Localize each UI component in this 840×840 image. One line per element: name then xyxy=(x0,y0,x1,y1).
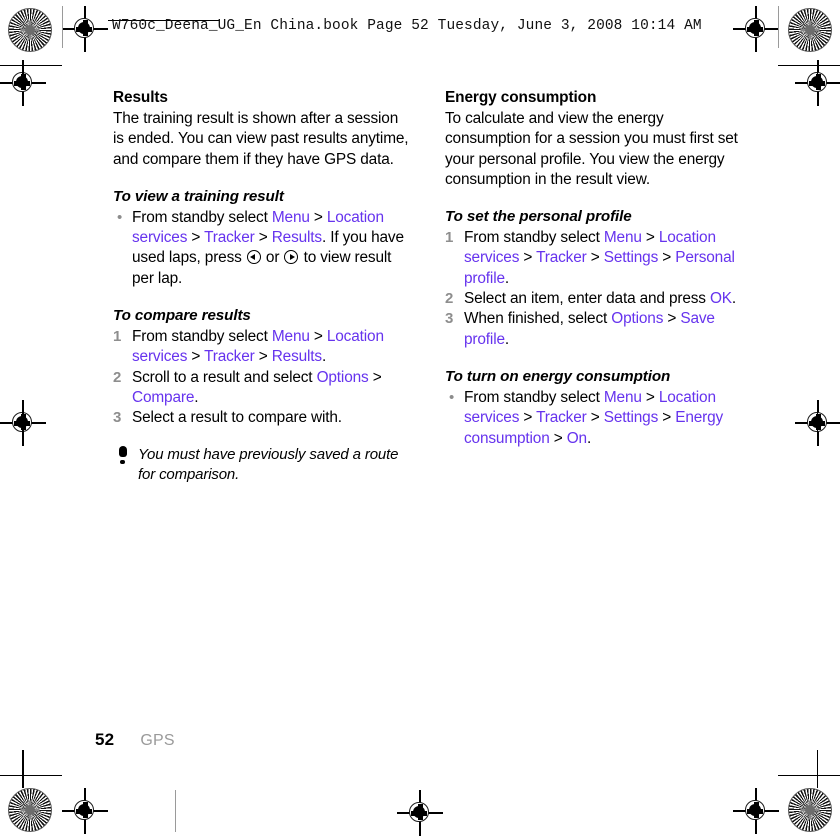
trim-line-right-lower xyxy=(817,400,819,446)
menu-path-item: Location services xyxy=(132,328,384,366)
menu-path-item: Tracker xyxy=(536,249,587,267)
menu-path-item: Settings xyxy=(603,249,659,267)
left-column: Results The training result is shown aft… xyxy=(113,88,409,485)
page-footer: 52 GPS xyxy=(95,730,175,750)
menu-path-item: Menu xyxy=(603,229,642,247)
note-text: You must have previously saved a route f… xyxy=(138,445,399,483)
footer-page-number: 52 xyxy=(95,730,115,749)
density-target-bottom-right xyxy=(788,788,832,832)
energy-intro-paragraph: To calculate and view the energy consump… xyxy=(445,110,738,188)
navigation-key-left-icon xyxy=(246,250,261,265)
menu-path-item: Compare xyxy=(132,388,195,406)
right-column: Energy consumption To calculate and view… xyxy=(445,88,741,449)
results-intro-paragraph: The training result is shown after a ses… xyxy=(113,110,409,168)
menu-path-item: Tracker xyxy=(204,348,255,366)
section-title-results: Results xyxy=(113,89,168,106)
step-number: 1 xyxy=(445,229,454,247)
bulleted-step-list: • From standby select Menu > Location ser… xyxy=(113,208,409,289)
trim-line-left-lower xyxy=(22,400,24,446)
procedure-step: 2 Select an item, enter data and press OK… xyxy=(445,289,741,309)
trim-mark-top-right xyxy=(778,65,840,67)
section-title-energy-consumption: Energy consumption xyxy=(445,89,597,106)
procedure-title: To compare results xyxy=(113,307,251,325)
menu-path-item: Tracker xyxy=(536,409,587,427)
step-number: 2 xyxy=(445,290,454,308)
step-number: 3 xyxy=(113,409,122,427)
menu-path-item: Results xyxy=(271,229,322,247)
menu-path-item: Menu xyxy=(271,328,310,346)
menu-path-item: Location services xyxy=(132,208,384,247)
print-slug-line: W760c_Deena_UG_En China.book Page 52 Tue… xyxy=(112,18,702,34)
procedure-step: 1 From standby select Menu > Location ser… xyxy=(113,328,384,366)
slug-separator-right xyxy=(778,6,779,48)
numbered-step-list: 1 From standby select Menu > Location ser… xyxy=(113,327,409,428)
menu-path-item: Options xyxy=(611,310,664,328)
procedure-step: 3 When finished, select Options > Save pr… xyxy=(445,310,715,348)
menu-path-item: Options xyxy=(316,368,369,386)
step-number: 3 xyxy=(445,310,454,328)
step-number: 1 xyxy=(113,328,122,346)
left-procedures: To view a training result • From standby s… xyxy=(113,187,409,429)
trim-line-left xyxy=(22,60,24,90)
menu-path-item: Menu xyxy=(271,208,310,226)
procedure-title: To set the personal profile xyxy=(445,208,632,226)
exclamation-icon xyxy=(119,445,127,465)
bullet-marker-icon: • xyxy=(117,208,123,226)
registration-mark-bottom-center xyxy=(397,790,443,836)
registration-mark-bottom-left xyxy=(62,788,108,834)
procedure-step: 3 Select a result to compare with. xyxy=(113,408,409,428)
note-callout: You must have previously saved a route f… xyxy=(113,445,409,485)
procedure-step: • From standby select Menu > Location ser… xyxy=(117,208,404,287)
footer-chapter-name: GPS xyxy=(140,732,175,749)
registration-mark-top-right xyxy=(733,6,779,52)
trim-mark-bottom-right xyxy=(778,775,840,777)
procedure-title: To view a training result xyxy=(113,187,284,205)
procedure-title: To turn on energy consumption xyxy=(445,367,671,385)
numbered-step-list: 1 From standby select Menu > Location ser… xyxy=(445,228,741,350)
menu-path-item: On xyxy=(566,429,587,447)
navigation-key-right-icon xyxy=(284,250,299,265)
trim-line-right-bottom xyxy=(817,750,819,788)
density-target-top-left xyxy=(8,8,52,52)
trim-mark-top-left xyxy=(0,65,62,67)
registration-mark-bottom-right xyxy=(733,788,779,834)
registration-mark-top-left xyxy=(62,6,108,52)
menu-path-item: Menu xyxy=(603,388,642,406)
procedure-step: 2 Scroll to a result and select Options >… xyxy=(113,368,382,406)
menu-path-item: OK xyxy=(709,290,732,308)
menu-path-item: Settings xyxy=(603,409,659,427)
trim-line-left-bottom xyxy=(22,750,24,788)
procedure-step: 1 From standby select Menu > Location ser… xyxy=(445,229,735,287)
slug-separator-left xyxy=(62,6,63,48)
menu-path-item: Tracker xyxy=(204,229,255,247)
procedure-step: • From standby select Menu > Location ser… xyxy=(449,388,724,447)
right-procedures: To set the personal profile 1 From standby… xyxy=(445,207,741,449)
bulleted-step-list: • From standby select Menu > Location ser… xyxy=(445,388,741,449)
bullet-marker-icon: • xyxy=(449,388,455,406)
density-target-top-right xyxy=(788,8,832,52)
trim-line-right xyxy=(817,60,819,90)
menu-path-item: Results xyxy=(271,348,322,366)
trim-mark-bottom-left xyxy=(0,775,62,777)
density-target-bottom-left xyxy=(8,788,52,832)
menu-path-item: Save profile xyxy=(464,310,715,348)
slug-separator-bottom xyxy=(175,790,176,832)
step-number: 2 xyxy=(113,368,122,386)
